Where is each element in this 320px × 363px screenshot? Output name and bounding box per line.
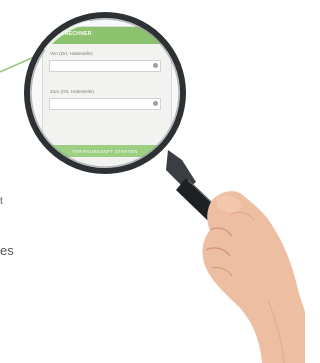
lens-rim [24, 12, 186, 174]
magnifier-scene: t es TARIFRECHNER Von (Ort, Haltestelle)… [0, 0, 305, 363]
lens-rim-layer [24, 12, 186, 174]
